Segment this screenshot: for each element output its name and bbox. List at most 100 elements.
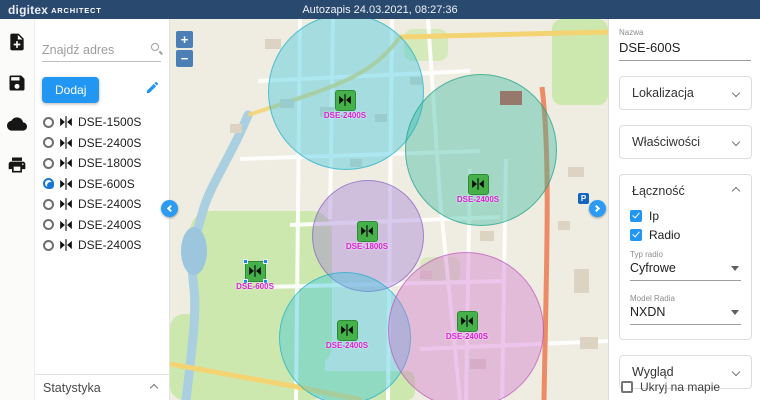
statistics-label: Statystyka	[43, 381, 101, 395]
section-title: Lokalizacja	[632, 86, 694, 100]
app-window: digitex ARCHITECT Autozapis 24.03.2021, …	[0, 0, 760, 400]
antenna-icon	[59, 136, 73, 150]
device-radio[interactable]	[43, 219, 54, 230]
device-radio[interactable]	[43, 199, 54, 210]
section-connectivity: Łączność Ip Radio Typ radio Cyfrowe	[619, 174, 752, 340]
radio-checkbox-row[interactable]: Radio	[630, 228, 741, 242]
section-properties-header[interactable]: Właściwości	[620, 126, 751, 158]
selection-handle[interactable]	[243, 259, 248, 264]
selection-handle[interactable]	[263, 259, 268, 264]
chevron-up-icon	[732, 187, 740, 195]
map[interactable]: + − P DSE-2400S DSE-2400S DSE-1800S DSE-600…	[170, 19, 608, 400]
device-label: DSE-600S	[78, 177, 135, 191]
site-label: DSE-2400S	[324, 111, 366, 120]
zoom-out-button[interactable]: −	[176, 50, 193, 67]
section-title: Łączność	[632, 184, 685, 198]
device-list: DSE-1500S DSE-2400S DSE-1800S DSE-600S DSE-2…	[35, 112, 169, 256]
brand-name: digitex	[8, 3, 48, 17]
inspector-panel: Nazwa Lokalizacja Właściwości Łączność	[608, 19, 760, 400]
section-properties: Właściwości	[619, 125, 752, 159]
site-marker[interactable]	[357, 221, 378, 242]
section-localization-header[interactable]: Lokalizacja	[620, 77, 751, 109]
ip-checkbox-row[interactable]: Ip	[630, 209, 741, 223]
device-radio[interactable]	[43, 158, 54, 169]
device-label: DSE-1800S	[78, 156, 141, 170]
device-label: DSE-1500S	[78, 115, 141, 129]
radio-type-select[interactable]: Cyfrowe	[630, 259, 741, 281]
site-label: DSE-2400S	[326, 341, 368, 350]
print-icon[interactable]	[7, 155, 27, 180]
device-radio[interactable]	[43, 178, 54, 189]
section-title: Wygląd	[632, 365, 674, 379]
hide-on-map-checkbox[interactable]	[621, 381, 633, 393]
device-list-item[interactable]: DSE-600S	[35, 174, 169, 195]
autosave-status: Autozapis 24.03.2021, 08:27:36	[0, 4, 760, 16]
site-marker[interactable]	[468, 174, 489, 195]
site-marker[interactable]	[457, 311, 478, 332]
ip-label: Ip	[649, 209, 659, 223]
toolbar-rail	[0, 19, 35, 400]
device-list-item[interactable]: DSE-2400S	[35, 215, 169, 236]
device-radio[interactable]	[43, 137, 54, 148]
radio-model-value: NXDN	[630, 305, 665, 319]
antenna-icon	[59, 115, 73, 129]
site-label: DSE-2400S	[457, 195, 499, 204]
radio-type-label: Typ radio	[630, 250, 741, 259]
collapse-right-panel-button[interactable]	[589, 200, 606, 217]
site-label: DSE-2400S	[446, 332, 488, 341]
search-icon[interactable]	[151, 43, 159, 51]
chevron-left-icon	[167, 205, 174, 212]
section-title: Właściwości	[632, 135, 700, 149]
device-label: DSE-2400S	[78, 218, 141, 232]
cloud-icon[interactable]	[7, 114, 27, 139]
device-list-item[interactable]: DSE-1500S	[35, 112, 169, 133]
device-label: DSE-2400S	[78, 197, 141, 211]
antenna-icon	[59, 177, 73, 191]
antenna-icon	[59, 238, 73, 252]
radio-checkbox[interactable]	[630, 229, 642, 241]
section-localization: Lokalizacja	[619, 76, 752, 110]
zoom-in-button[interactable]: +	[176, 31, 193, 48]
add-device-button[interactable]: Dodaj	[42, 77, 99, 103]
device-label: DSE-2400S	[78, 238, 141, 252]
device-list-item[interactable]: DSE-2400S	[35, 235, 169, 256]
device-panel: Dodaj DSE-1500S DSE-2400S DSE-1800S DSE-600…	[35, 19, 170, 400]
radio-label: Radio	[649, 228, 680, 242]
dropdown-caret-icon	[731, 310, 739, 315]
site-label: DSE-600S	[236, 282, 274, 291]
chevron-down-icon	[732, 89, 740, 97]
ip-checkbox[interactable]	[630, 210, 642, 222]
address-search	[42, 38, 161, 62]
section-connectivity-header[interactable]: Łączność	[620, 175, 751, 207]
chevron-up-icon	[150, 383, 158, 391]
parking-icon: P	[578, 193, 589, 204]
device-radio[interactable]	[43, 240, 54, 251]
search-input[interactable]	[42, 43, 147, 57]
save-icon[interactable]	[7, 73, 27, 98]
name-input[interactable]	[619, 37, 751, 61]
site-marker[interactable]	[335, 90, 356, 111]
radio-model-label: Model Radia	[630, 294, 741, 303]
edit-pencil-icon[interactable]	[145, 80, 160, 100]
statistics-toggle[interactable]: Statystyka	[35, 374, 169, 400]
device-radio[interactable]	[43, 117, 54, 128]
device-list-item[interactable]: DSE-2400S	[35, 133, 169, 154]
site-label: DSE-1800S	[346, 242, 388, 251]
radio-type-value: Cyfrowe	[630, 261, 676, 275]
antenna-icon	[59, 156, 73, 170]
radio-model-select[interactable]: NXDN	[630, 303, 741, 325]
device-list-item[interactable]: DSE-2400S	[35, 194, 169, 215]
dropdown-caret-icon	[731, 266, 739, 271]
chevron-down-icon	[732, 138, 740, 146]
site-marker[interactable]	[245, 261, 266, 282]
app-logo: digitex ARCHITECT	[8, 0, 102, 19]
device-label: DSE-2400S	[78, 136, 141, 150]
device-list-item[interactable]: DSE-1800S	[35, 153, 169, 174]
antenna-icon	[59, 197, 73, 211]
chevron-down-icon	[732, 368, 740, 376]
site-marker[interactable]	[337, 320, 358, 341]
brand-suffix: ARCHITECT	[51, 6, 102, 15]
collapse-left-panel-button[interactable]	[161, 200, 178, 217]
hide-on-map-row[interactable]: Ukryj na mapie	[621, 380, 720, 394]
new-document-icon[interactable]	[7, 32, 27, 57]
